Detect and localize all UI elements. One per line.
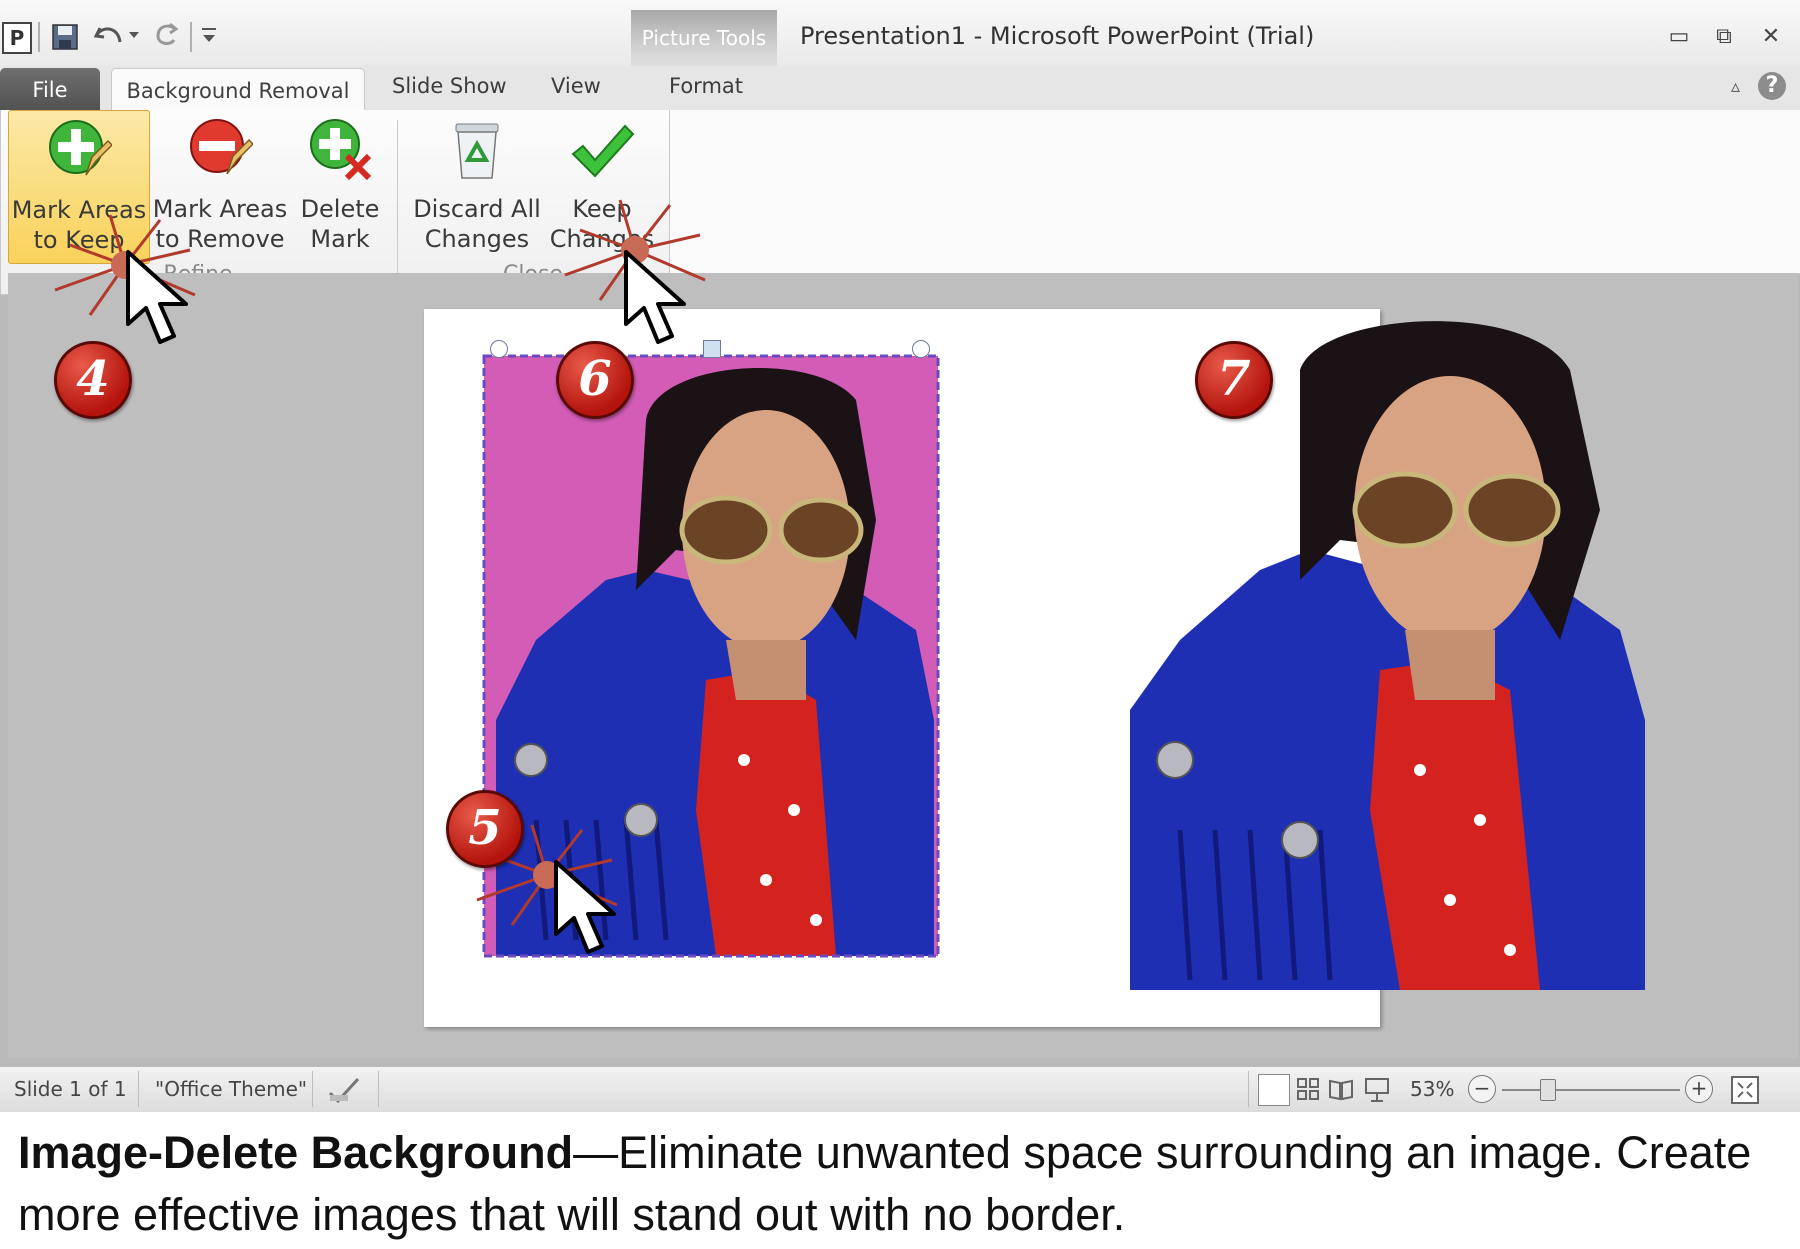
picture-tools-label: Picture Tools xyxy=(641,26,767,50)
tab-format[interactable]: Format xyxy=(669,74,743,98)
delete-mark-button[interactable]: Delete Mark xyxy=(294,110,386,262)
spell-check-icon[interactable] xyxy=(326,1075,362,1105)
fit-to-window-icon[interactable] xyxy=(1730,1075,1760,1105)
undo-dropdown-icon[interactable] xyxy=(128,30,140,40)
plus-x-eraser-icon xyxy=(310,119,372,181)
zoom-slider-track[interactable] xyxy=(1502,1089,1680,1091)
close-icon: ✕ xyxy=(1761,24,1781,49)
slide-counter: Slide 1 of 1 xyxy=(14,1077,127,1101)
step-callout-7: 7 xyxy=(1195,341,1273,419)
mouse-cursor-icon xyxy=(624,250,686,344)
window-title: Presentation1 - Microsoft PowerPoint (Tr… xyxy=(800,22,1315,50)
caption-title: Image-Delete Background xyxy=(18,1127,574,1178)
redo-icon[interactable] xyxy=(152,20,182,50)
normal-view-icon[interactable] xyxy=(1258,1074,1290,1106)
status-separator xyxy=(1248,1071,1249,1107)
button-label: Mark xyxy=(310,225,370,253)
status-separator xyxy=(312,1071,313,1107)
button-label: Changes xyxy=(424,225,530,253)
button-label: Discard All xyxy=(413,195,541,223)
recycle-bin-icon xyxy=(455,123,499,179)
save-icon[interactable] xyxy=(50,22,80,52)
theme-name[interactable]: "Office Theme" xyxy=(155,1077,307,1101)
zoom-in-button[interactable]: + xyxy=(1685,1075,1713,1103)
mouse-cursor-icon xyxy=(554,860,616,954)
undo-icon[interactable] xyxy=(92,20,126,50)
powerpoint-window: P Picture Tools Presentation1 - Microsof… xyxy=(0,0,1800,1112)
slide-show-icon[interactable] xyxy=(1364,1075,1390,1103)
resize-handle[interactable] xyxy=(912,340,930,358)
button-label: Delete xyxy=(300,195,380,223)
tab-file[interactable]: File xyxy=(0,68,100,110)
help-icon[interactable]: ? xyxy=(1758,72,1786,100)
tab-slide-show[interactable]: Slide Show xyxy=(392,74,507,98)
step-callout-6: 6 xyxy=(556,341,634,419)
resize-handle[interactable] xyxy=(703,340,721,358)
minimize-button[interactable]: ▭ xyxy=(1662,22,1696,52)
green-check-icon xyxy=(571,124,635,178)
qat-separator xyxy=(38,22,40,52)
status-separator xyxy=(378,1071,379,1107)
tab-view[interactable]: View xyxy=(551,74,601,98)
slide-sorter-icon[interactable] xyxy=(1296,1077,1320,1101)
photo-background-removed-result xyxy=(1130,321,1645,990)
reading-view-icon[interactable] xyxy=(1328,1077,1354,1101)
status-bar: Slide 1 of 1 "Office Theme" 53% xyxy=(0,1066,1800,1112)
zoom-level[interactable]: 53% xyxy=(1410,1077,1454,1101)
qat-separator xyxy=(190,22,192,52)
step-callout-4: 4 xyxy=(54,341,132,419)
status-separator xyxy=(138,1071,139,1107)
mouse-cursor-icon xyxy=(126,250,188,344)
restore-icon: ⧉ xyxy=(1716,24,1732,49)
caption: Image-Delete Background—Eliminate unwant… xyxy=(18,1122,1788,1246)
zoom-out-button[interactable]: − xyxy=(1468,1075,1496,1103)
minimize-icon: ▭ xyxy=(1668,24,1690,49)
step-callout-5: 5 xyxy=(446,790,524,868)
zoom-slider-thumb[interactable] xyxy=(1540,1079,1556,1101)
minimize-ribbon-icon[interactable]: ▵ xyxy=(1731,76,1740,97)
customize-qat-icon[interactable] xyxy=(200,26,218,46)
minus-pencil-red-icon xyxy=(190,119,253,175)
tab-background-removal[interactable]: Background Removal xyxy=(111,68,365,113)
plus-pencil-green-icon xyxy=(49,120,112,176)
powerpoint-app-icon[interactable]: P xyxy=(2,22,32,54)
close-button[interactable]: ✕ xyxy=(1754,22,1788,52)
restore-button[interactable]: ⧉ xyxy=(1707,22,1741,52)
resize-handle[interactable] xyxy=(490,340,508,358)
discard-all-changes-button[interactable]: Discard All Changes xyxy=(407,110,547,262)
